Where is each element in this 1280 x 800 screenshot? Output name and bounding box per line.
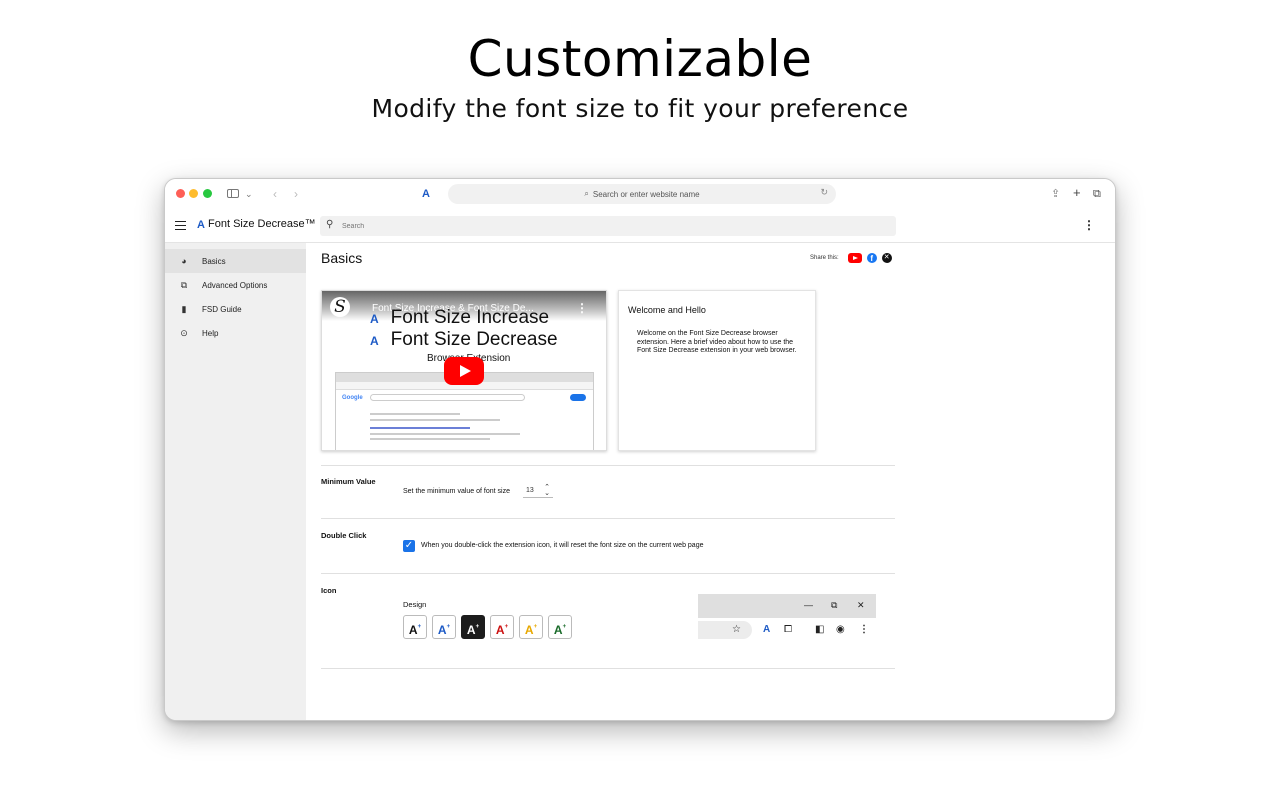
- back-icon[interactable]: ‹: [273, 185, 277, 203]
- close-window-button[interactable]: [176, 189, 185, 198]
- divider: [321, 518, 895, 519]
- minimum-value-text: Set the minimum value of font size: [403, 488, 510, 495]
- main-content: Basics Share this: f ✕ Google S Font Siz…: [306, 243, 1115, 720]
- extension-icon[interactable]: A: [422, 185, 430, 203]
- tabs-overview-icon[interactable]: ⧉: [1093, 185, 1101, 203]
- x-icon[interactable]: ✕: [881, 253, 892, 263]
- icon-design-green[interactable]: A+: [548, 615, 572, 639]
- icon-design-yellow[interactable]: A+: [519, 615, 543, 639]
- channel-avatar[interactable]: S: [330, 297, 350, 317]
- minimize-icon: —: [804, 600, 813, 610]
- welcome-title: Welcome and Hello: [628, 305, 706, 315]
- puzzle-icon: ⧠: [784, 624, 792, 635]
- hero-title: Customizable: [467, 30, 813, 88]
- more-icon: ⋮: [859, 624, 869, 635]
- sidebar-item-advanced-options[interactable]: ⧉ Advanced Options: [165, 273, 306, 297]
- double-click-text: When you double-click the extension icon…: [421, 542, 704, 549]
- new-tab-icon[interactable]: +: [1073, 184, 1081, 202]
- page-title: Basics: [321, 250, 363, 266]
- extension-icon: A: [763, 624, 771, 635]
- palette-icon: ◕: [181, 256, 187, 266]
- icon-label: Icon: [321, 586, 337, 595]
- play-button[interactable]: [444, 357, 484, 385]
- chrome-toolbar-preview: — ⧉ ✕ ☆ A ⧠ ◧ ◉ ⋮: [698, 594, 876, 646]
- help-circle-icon: ⊙: [180, 327, 188, 338]
- icon-design-dark[interactable]: A+: [461, 615, 485, 639]
- video-headline-2: A Font Size Decrease: [370, 329, 558, 350]
- search-input[interactable]: [342, 218, 882, 234]
- reload-icon[interactable]: ↻: [820, 187, 828, 198]
- facebook-icon[interactable]: f: [866, 253, 877, 263]
- hero-subtitle: Modify the font size to fit your prefere…: [371, 94, 909, 123]
- zoom-window-button[interactable]: [203, 189, 212, 198]
- sidebar-item-label: Help: [202, 328, 219, 338]
- menu-icon[interactable]: [175, 221, 186, 230]
- video-menu-icon[interactable]: ⋮: [576, 301, 588, 315]
- divider: [321, 573, 895, 574]
- sidebar-item-fsd-guide[interactable]: ▮ FSD Guide: [165, 297, 306, 321]
- search-logo: Google: [342, 395, 363, 401]
- font-size-logo-icon: A: [370, 312, 379, 326]
- minimum-value: 13: [526, 487, 534, 494]
- video-headline-1: A Font Size Increase: [370, 307, 550, 328]
- sidebar-toggle-icon[interactable]: [227, 189, 239, 198]
- side-panel-icon: ◧: [815, 624, 825, 635]
- welcome-text: Welcome on the Font Size Decrease browse…: [637, 330, 797, 354]
- minimum-value-stepper[interactable]: 13 ⌃ ⌄: [523, 484, 553, 498]
- share-icon[interactable]: ⇪: [1051, 185, 1060, 203]
- close-icon: ✕: [857, 600, 865, 610]
- minimum-value-label: Minimum Value: [321, 477, 376, 486]
- double-click-label: Double Click: [321, 531, 367, 540]
- minimize-window-button[interactable]: [189, 189, 198, 198]
- search-icon: ⌕: [584, 189, 589, 198]
- video-player[interactable]: Google S Font Size Increase & Font Size …: [321, 290, 607, 451]
- divider: [321, 668, 895, 669]
- chevron-down-icon[interactable]: ⌄: [245, 185, 253, 203]
- app-header: A Font Size Decrease™ ⚲ ⋮: [165, 209, 1115, 243]
- welcome-card: Welcome and Hello Welcome on the Font Si…: [618, 290, 816, 451]
- address-placeholder: Search or enter website name: [592, 189, 700, 199]
- stepper-arrows-icon[interactable]: ⌃ ⌄: [544, 484, 550, 497]
- design-label: Design: [403, 600, 427, 609]
- restore-icon: ⧉: [831, 600, 838, 610]
- app-logo-icon: A: [197, 219, 205, 231]
- star-icon: ☆: [732, 624, 741, 635]
- shapes-icon: ⧉: [180, 279, 188, 290]
- sidebar-item-label: FSD Guide: [202, 304, 242, 314]
- bookmark-icon: ▮: [181, 303, 187, 314]
- font-size-logo-icon: A: [370, 334, 379, 348]
- sidebar-item-label: Advanced Options: [202, 280, 268, 290]
- icon-design-red[interactable]: A+: [490, 615, 514, 639]
- app-name: Font Size Decrease™: [208, 218, 316, 230]
- address-bar[interactable]: ⌕ Search or enter website name ↻: [448, 184, 836, 204]
- icon-design-blue[interactable]: A+: [432, 615, 456, 639]
- icon-design-black[interactable]: A+: [403, 615, 427, 639]
- share-label: Share this:: [810, 255, 839, 261]
- sidebar-item-basics[interactable]: ◕ Basics: [165, 249, 306, 273]
- forward-icon[interactable]: ›: [294, 185, 298, 203]
- search-box: ⚲: [320, 216, 896, 236]
- browser-window: ⌄ ‹ › A ⌕ Search or enter website name ↻…: [164, 178, 1116, 721]
- sidebar: ◕ Basics ⧉ Advanced Options ▮ FSD Guide …: [165, 243, 306, 720]
- divider: [321, 465, 895, 466]
- browser-toolbar: ⌄ ‹ › A ⌕ Search or enter website name ↻…: [165, 179, 1115, 209]
- sidebar-item-label: Basics: [202, 256, 226, 266]
- more-options-icon[interactable]: ⋮: [1083, 218, 1095, 232]
- share-bar: Share this: f ✕: [810, 253, 892, 263]
- profile-icon: ◉: [836, 624, 845, 635]
- double-click-checkbox[interactable]: ✓: [403, 540, 415, 552]
- search-icon: ⚲: [326, 219, 334, 230]
- youtube-icon[interactable]: [847, 253, 862, 263]
- sidebar-item-help[interactable]: ⊙ Help: [165, 321, 306, 345]
